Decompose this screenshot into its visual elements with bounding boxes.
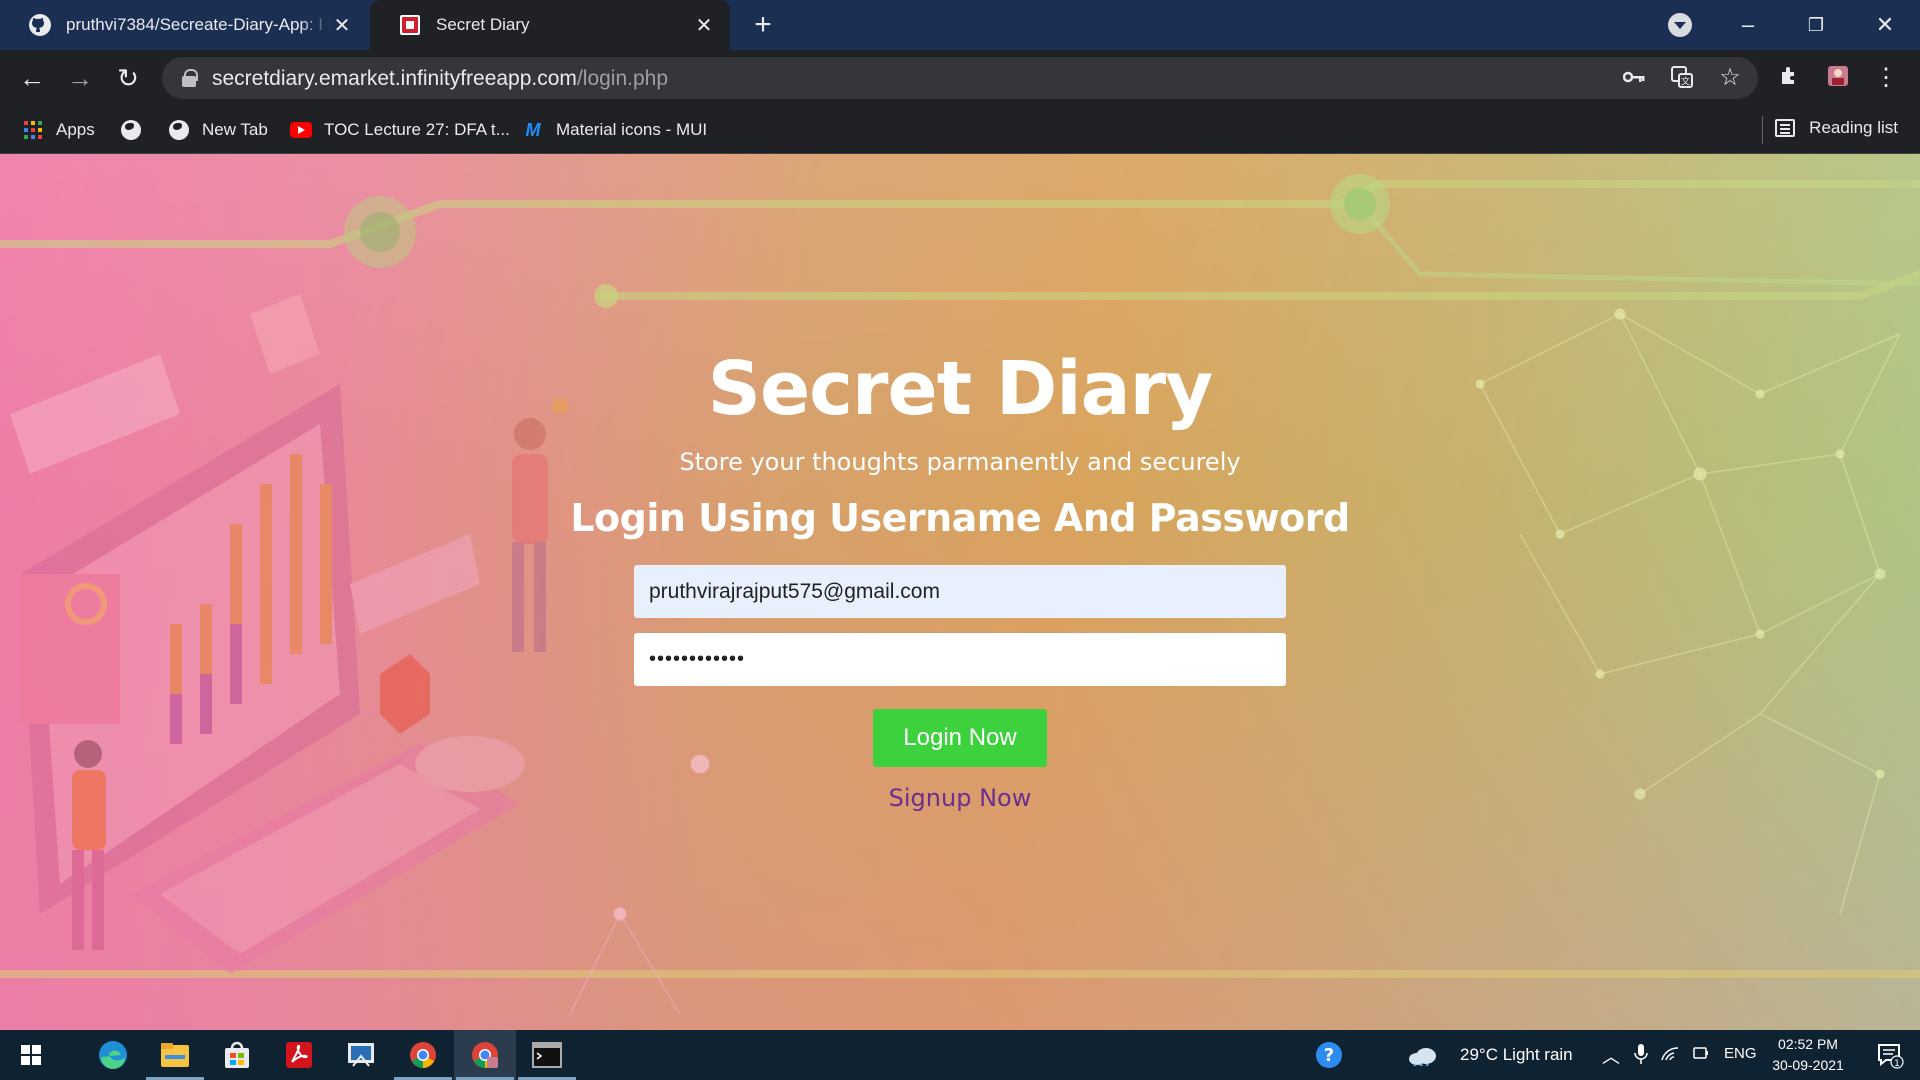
login-form: Secret Diary Store your thoughts parmane… xyxy=(0,154,1920,1030)
bookmark-label: Material icons - MUI xyxy=(556,120,708,139)
clock-time: 02:52 PM xyxy=(1778,1036,1838,1052)
svg-text:文: 文 xyxy=(1681,76,1690,88)
lock-icon[interactable] xyxy=(182,69,198,87)
bookmark-globe[interactable] xyxy=(120,118,154,142)
clock[interactable]: 02:52 PM 30-09-2021 xyxy=(1768,1034,1848,1076)
email-field[interactable] xyxy=(634,565,1286,618)
chrome-taskbar-icon[interactable] xyxy=(392,1030,454,1080)
bookmark-label: New Tab xyxy=(202,120,268,139)
address-bar[interactable]: secretdiary.emarket.infinityfreeapp.com/… xyxy=(162,57,1758,99)
microphone-icon[interactable] xyxy=(1634,1042,1648,1071)
bookmark-apps[interactable]: Apps xyxy=(22,118,95,142)
tagline: Store your thoughts parmanently and secu… xyxy=(679,448,1241,476)
weather-cloud-icon[interactable] xyxy=(1402,1030,1444,1080)
star-icon[interactable]: ☆ xyxy=(1718,66,1742,90)
mui-icon: M xyxy=(525,119,541,140)
extensions-icon[interactable] xyxy=(1776,64,1804,92)
bookmarks-divider xyxy=(1762,116,1763,144)
bookmark-label: TOC Lecture 27: DFA t... xyxy=(324,120,510,139)
bookmark-material-icons[interactable]: M Material icons - MUI xyxy=(522,118,708,142)
chrome-profile-taskbar-icon[interactable] xyxy=(454,1030,516,1080)
start-button[interactable] xyxy=(0,1030,62,1080)
menu-kebab-icon[interactable]: ⋮ xyxy=(1872,64,1900,92)
reading-list-button[interactable]: Reading list xyxy=(1775,118,1898,138)
show-hidden-icons[interactable]: ︿ xyxy=(1602,1043,1620,1069)
bookmark-label: Apps xyxy=(56,120,95,139)
restore-icon[interactable]: ❐ xyxy=(1801,10,1831,40)
youtube-icon xyxy=(290,119,312,141)
battery-icon[interactable] xyxy=(1692,1044,1710,1067)
windows-taskbar: ? 29°C Light rain ︿ ENG 02:52 PM 30-09-2… xyxy=(0,1030,1920,1080)
bookmark-toc-lecture[interactable]: TOC Lecture 27: DFA t... xyxy=(290,118,510,142)
url-text: secretdiary.emarket.infinityfreeapp.com/… xyxy=(212,67,668,91)
svg-text:?: ? xyxy=(1324,1045,1334,1066)
reading-list-icon xyxy=(1775,119,1796,137)
new-tab-button[interactable]: + xyxy=(748,10,778,41)
tab-secret-diary[interactable]: Secret Diary ✕ xyxy=(370,0,730,50)
translate-icon[interactable]: 文 xyxy=(1670,66,1694,90)
reload-icon[interactable]: ↻ xyxy=(112,62,144,94)
tab-search-icon[interactable] xyxy=(1668,13,1692,37)
tab-github[interactable]: pruthvi7384/Secreate-Diary-App: I h ✕ xyxy=(0,0,368,50)
tab-title: pruthvi7384/Secreate-Diary-App: I h xyxy=(66,15,331,34)
edge-taskbar-icon[interactable] xyxy=(82,1030,144,1080)
apps-grid-icon xyxy=(22,119,44,141)
close-window-icon[interactable]: ✕ xyxy=(1870,10,1900,40)
language-indicator[interactable]: ENG xyxy=(1724,1045,1757,1062)
bookmark-new-tab[interactable]: New Tab xyxy=(168,118,268,142)
url-domain: secretdiary.emarket.infinityfreeapp.com xyxy=(212,67,577,90)
secret-diary-favicon xyxy=(398,13,422,37)
login-subtitle: Login Using Username And Password xyxy=(570,496,1350,540)
notification-center-icon[interactable]: 1 xyxy=(1862,1030,1918,1080)
globe-icon xyxy=(168,119,190,141)
notification-count: 1 xyxy=(1894,1059,1900,1069)
acrobat-taskbar-icon[interactable] xyxy=(268,1030,330,1080)
key-icon[interactable] xyxy=(1622,66,1646,90)
password-field[interactable] xyxy=(634,633,1286,686)
signup-link: Signup Now xyxy=(0,784,1920,812)
browser-toolbar: ← → ↻ secretdiary.emarket.infinityfreeap… xyxy=(0,50,1920,106)
page-title: Secret Diary xyxy=(707,346,1214,432)
file-explorer-taskbar-icon[interactable] xyxy=(144,1030,206,1080)
tab-title: Secret Diary xyxy=(436,15,530,34)
weather-text[interactable]: 29°C Light rain xyxy=(1460,1045,1573,1065)
help-icon[interactable]: ? xyxy=(1298,1030,1360,1080)
snipping-tool-taskbar-icon[interactable] xyxy=(330,1030,392,1080)
close-tab-icon[interactable]: ✕ xyxy=(692,13,716,37)
forward-icon[interactable]: → xyxy=(64,62,96,94)
wifi-icon[interactable] xyxy=(1660,1044,1680,1067)
terminal-taskbar-icon[interactable] xyxy=(516,1030,578,1080)
github-icon xyxy=(28,13,52,37)
minimize-icon[interactable]: – xyxy=(1733,10,1763,40)
back-icon[interactable]: ← xyxy=(16,62,48,94)
login-button[interactable]: Login Now xyxy=(873,709,1047,767)
store-taskbar-icon[interactable] xyxy=(206,1030,268,1080)
windows-logo-icon xyxy=(21,1045,41,1065)
signup-link-text[interactable]: Signup Now xyxy=(889,784,1032,812)
clock-date: 30-09-2021 xyxy=(1772,1057,1844,1073)
login-page: Secret Diary Store your thoughts parmane… xyxy=(0,154,1920,1030)
reading-list-label: Reading list xyxy=(1809,118,1898,137)
tab-strip: pruthvi7384/Secreate-Diary-App: I h ✕ Se… xyxy=(0,0,1920,50)
close-tab-icon[interactable]: ✕ xyxy=(330,13,354,37)
profile-avatar[interactable] xyxy=(1824,64,1852,92)
url-path: /login.php xyxy=(576,67,669,90)
bookmarks-bar: Apps New Tab TOC Lecture 27: DFA t... M … xyxy=(0,106,1920,154)
globe-icon xyxy=(120,119,142,141)
